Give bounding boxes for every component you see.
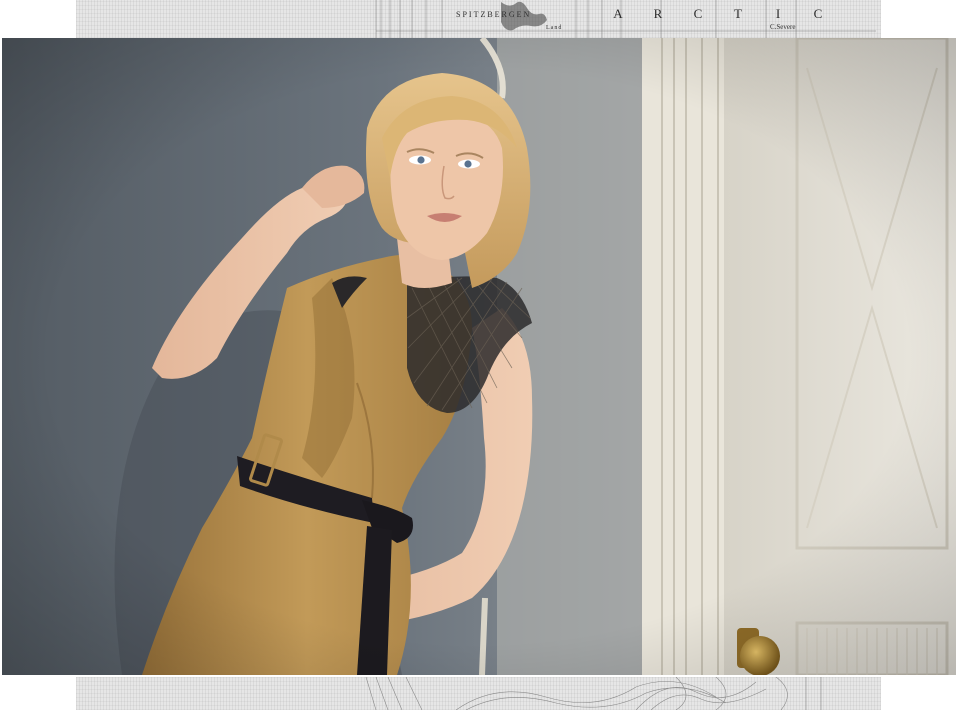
map-label-land: Land [546, 25, 563, 31]
arctic-letter: C [813, 6, 823, 21]
map-label-spitzbergen: SPITZBERGEN [456, 10, 532, 19]
arctic-letter: C [693, 6, 703, 21]
fashion-photo: ✓ [2, 38, 956, 675]
map-strip-bottom [76, 677, 881, 710]
arctic-letter: R [653, 6, 663, 21]
map-label-arctic: ARCTIC [598, 6, 838, 22]
map-label-severe: C.Severe [770, 23, 796, 31]
photo-scene: ✓ [2, 38, 956, 675]
arctic-letter: A [613, 6, 623, 21]
arctic-letter: T [734, 6, 742, 21]
arctic-letter: I [775, 6, 781, 21]
map-strip-top: SPITZBERGEN Land A R C T I C C.Severe [76, 0, 881, 38]
map-contour-texture [365, 677, 822, 710]
